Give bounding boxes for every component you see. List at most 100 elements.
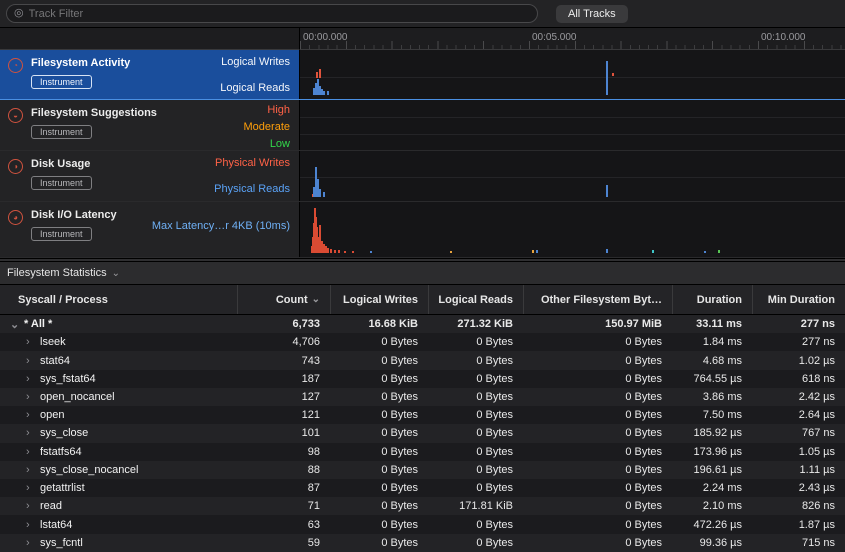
track-value-labels: HighModerateLow (244, 104, 290, 155)
column-header-other-filesystem-byt[interactable]: Other Filesystem Byt… (523, 285, 672, 314)
table-row-all[interactable]: ⌄* All *6,73316.68 KiB271.32 KiB150.97 M… (0, 315, 845, 333)
timeline-ruler[interactable]: 00:00.00000:05.00000:10.000 (300, 28, 845, 50)
cell-logical-reads: 271.32 KiB (428, 318, 523, 330)
cell-duration: 196.61 µs (672, 464, 752, 476)
cell-other-filesystem-byt: 0 Bytes (523, 336, 672, 348)
disclosure-collapsed-icon[interactable]: › (26, 446, 40, 458)
cell-min-duration: 277 ns (752, 318, 845, 330)
column-header-logical-writes[interactable]: Logical Writes (330, 285, 428, 314)
track-chart-filesystem-activity[interactable] (300, 50, 845, 99)
sort-indicator-icon: ⌄ (312, 294, 320, 305)
track-header-filesystem-activity[interactable]: ◔Filesystem ActivityInstrumentLogical Wr… (0, 50, 300, 99)
cell-other-filesystem-byt: 0 Bytes (523, 373, 672, 385)
cell-logical-writes: 0 Bytes (330, 409, 428, 421)
cell-min-duration: 2.64 µs (752, 409, 845, 421)
cell-logical-reads: 0 Bytes (428, 446, 523, 458)
cell-logical-reads: 0 Bytes (428, 482, 523, 494)
track-chart-filesystem-suggestions[interactable] (300, 100, 845, 150)
track-header-disk-usage[interactable]: ◑Disk UsageInstrumentPhysical WritesPhys… (0, 151, 300, 201)
table-row-stat64[interactable]: ›stat647430 Bytes0 Bytes0 Bytes4.68 ms1.… (0, 351, 845, 369)
cell-logical-reads: 0 Bytes (428, 427, 523, 439)
table-row-lseek[interactable]: ›lseek4,7060 Bytes0 Bytes0 Bytes1.84 ms2… (0, 333, 845, 351)
track-list: ◔Filesystem ActivityInstrumentLogical Wr… (0, 50, 845, 258)
track-label: High (244, 104, 290, 117)
disclosure-collapsed-icon[interactable]: › (26, 373, 40, 385)
cell-count: 63 (237, 519, 330, 531)
table-row-sys-fstat64[interactable]: ›sys_fstat641870 Bytes0 Bytes0 Bytes764.… (0, 370, 845, 388)
chart-spike (323, 192, 325, 197)
chart-spike (327, 248, 329, 253)
track-row-filesystem-suggestions[interactable]: ◒Filesystem SuggestionsInstrumentHighMod… (0, 100, 845, 151)
chart-spike (334, 250, 336, 253)
toolbar: ◎ All Tracks (0, 0, 845, 28)
column-header-min-duration[interactable]: Min Duration (752, 285, 845, 314)
track-chart-disk-usage[interactable] (300, 151, 845, 201)
cell-duration: 7.50 ms (672, 409, 752, 421)
column-header-count[interactable]: Count⌄ (237, 285, 330, 314)
lane-divider (300, 134, 845, 135)
disclosure-collapsed-icon[interactable]: › (26, 427, 40, 439)
disclosure-collapsed-icon[interactable]: › (26, 409, 40, 421)
track-label: Logical Reads (220, 82, 290, 95)
table-row-getattrlist[interactable]: ›getattrlist870 Bytes0 Bytes0 Bytes2.24 … (0, 479, 845, 497)
disclosure-collapsed-icon[interactable]: › (26, 500, 40, 512)
cell-syscall-process: ›lseek (0, 336, 237, 348)
table-row-sys-close[interactable]: ›sys_close1010 Bytes0 Bytes0 Bytes185.92… (0, 424, 845, 442)
cell-min-duration: 767 ns (752, 427, 845, 439)
table-row-lstat64[interactable]: ›lstat64630 Bytes0 Bytes0 Bytes472.26 µs… (0, 515, 845, 533)
cell-min-duration: 1.87 µs (752, 519, 845, 531)
instrument-badge: Instrument (31, 75, 92, 89)
cell-count: 87 (237, 482, 330, 494)
column-header-duration[interactable]: Duration (672, 285, 752, 314)
cell-count: 59 (237, 537, 330, 549)
cell-count: 6,733 (237, 318, 330, 330)
detail-view-selector[interactable]: Filesystem Statistics ⌄ (0, 262, 845, 285)
timeline-label: 00:10.000 (761, 32, 806, 43)
disclosure-collapsed-icon[interactable]: › (26, 519, 40, 531)
cell-syscall-process: ›open (0, 409, 237, 421)
cell-syscall-process: ›lstat64 (0, 519, 237, 531)
track-filter-input[interactable] (29, 8, 530, 20)
track-row-filesystem-activity[interactable]: ◔Filesystem ActivityInstrumentLogical Wr… (0, 50, 845, 100)
table-row-open-nocancel[interactable]: ›open_nocancel1270 Bytes0 Bytes0 Bytes3.… (0, 388, 845, 406)
track-row-disk-usage[interactable]: ◑Disk UsageInstrumentPhysical WritesPhys… (0, 151, 845, 202)
disclosure-collapsed-icon[interactable]: › (26, 482, 40, 494)
cell-logical-reads: 0 Bytes (428, 537, 523, 549)
syscall-name: sys_close_nocancel (40, 464, 138, 476)
cell-logical-reads: 0 Bytes (428, 464, 523, 476)
cell-other-filesystem-byt: 0 Bytes (523, 391, 672, 403)
table-row-sys-close-nocancel[interactable]: ›sys_close_nocancel880 Bytes0 Bytes0 Byt… (0, 461, 845, 479)
cell-count: 71 (237, 500, 330, 512)
table-row-open[interactable]: ›open1210 Bytes0 Bytes0 Bytes7.50 ms2.64… (0, 406, 845, 424)
all-tracks-button[interactable]: All Tracks (556, 5, 628, 23)
filter-icon: ◎ (14, 8, 24, 19)
track-filter-field[interactable]: ◎ (6, 4, 538, 23)
cell-logical-writes: 0 Bytes (330, 482, 428, 494)
cell-logical-writes: 0 Bytes (330, 500, 428, 512)
chart-spike (319, 189, 321, 197)
cell-count: 98 (237, 446, 330, 458)
disclosure-collapsed-icon[interactable]: › (26, 391, 40, 403)
disclosure-collapsed-icon[interactable]: › (26, 355, 40, 367)
track-chart-disk-io-latency[interactable] (300, 202, 845, 257)
column-header-syscall-process[interactable]: Syscall / Process (0, 285, 237, 314)
chart-spike (344, 251, 346, 253)
table-row-sys-fcntl[interactable]: ›sys_fcntl590 Bytes0 Bytes0 Bytes99.36 µ… (0, 534, 845, 552)
disclosure-collapsed-icon[interactable]: › (26, 464, 40, 476)
syscall-name: open (40, 409, 64, 421)
track-label: Moderate (244, 121, 290, 134)
disclosure-expanded-icon[interactable]: ⌄ (10, 318, 24, 331)
syscall-name: lstat64 (40, 519, 72, 531)
column-header-logical-reads[interactable]: Logical Reads (428, 285, 523, 314)
disclosure-collapsed-icon[interactable]: › (26, 537, 40, 549)
track-header-disk-io-latency[interactable]: ◕Disk I/O LatencyInstrumentMax Latency…r… (0, 202, 300, 257)
cell-logical-reads: 0 Bytes (428, 336, 523, 348)
track-header-filesystem-suggestions[interactable]: ◒Filesystem SuggestionsInstrumentHighMod… (0, 100, 300, 150)
track-title: Filesystem Suggestions (31, 107, 157, 119)
disclosure-collapsed-icon[interactable]: › (26, 336, 40, 348)
table-row-fstatfs64[interactable]: ›fstatfs64980 Bytes0 Bytes0 Bytes173.96 … (0, 443, 845, 461)
table-row-read[interactable]: ›read710 Bytes171.81 KiB0 Bytes2.10 ms82… (0, 497, 845, 515)
cell-syscall-process: ›read (0, 500, 237, 512)
track-row-disk-io-latency[interactable]: ◕Disk I/O LatencyInstrumentMax Latency…r… (0, 202, 845, 258)
column-header-label: Min Duration (768, 294, 835, 306)
